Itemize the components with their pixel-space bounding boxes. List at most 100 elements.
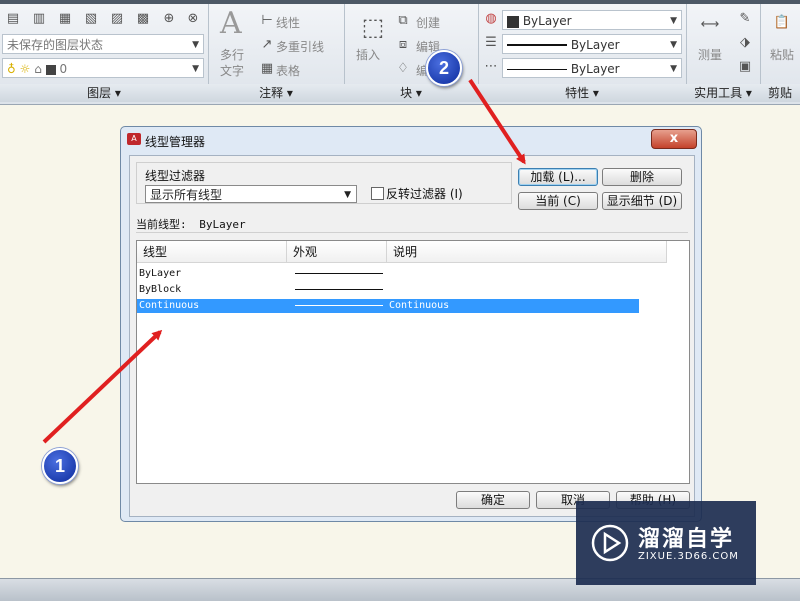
close-button[interactable]: x <box>651 129 697 149</box>
column-header-appearance[interactable]: 外观 <box>287 241 387 263</box>
multiline-text-label-2[interactable]: 文字 <box>220 62 244 79</box>
table-row[interactable]: ByBlock <box>137 283 639 297</box>
show-details-button[interactable]: 显示细节 (D) <box>602 192 682 210</box>
invert-filter-label[interactable]: 反转过滤器 (I) <box>386 185 463 202</box>
annotation-panel: A 多行 文字 ⊢ 线性 ↗ 多重引线 ▦ 表格 <box>208 4 345 84</box>
layer-panel: ▤ ▥ ▦ ▧ ▨ ▩ ⊕ ⊗ 未保存的图层状态 ▼ ♁ ☼ ⌂ 0 ▼ <box>0 4 209 84</box>
table-row[interactable]: ByLayer <box>137 267 639 281</box>
utilities-panel: ⟷ 测量 ✎ ⬗ ▣ <box>686 4 761 84</box>
layer-unlock-icon[interactable]: ⊗ <box>184 10 202 28</box>
edit-block-icon[interactable]: ⧈ <box>394 36 412 54</box>
clipboard-panel-title[interactable]: 剪贴 <box>760 84 800 102</box>
row-linetype-sample <box>295 305 383 306</box>
properties-panel-title[interactable]: 特性 ▾ <box>478 84 687 102</box>
chevron-down-icon: ▼ <box>344 190 351 200</box>
linetype-manager-dialog: A 线型管理器 x 线型过滤器 显示所有线型 ▼ 反转过滤器 (I) 加载 (L… <box>120 126 702 522</box>
linetype-combo-value: ByLayer <box>570 62 620 76</box>
create-block-label[interactable]: 创建 <box>416 14 440 31</box>
step-badge-2: 2 <box>426 50 462 86</box>
color-swatch <box>507 15 519 28</box>
annotation-panel-title-text: 注释 <box>259 86 284 100</box>
lineweight-combo[interactable]: ByLayer ▼ <box>502 34 682 54</box>
line-sample <box>507 68 567 71</box>
color-combo-value: ByLayer <box>522 14 572 28</box>
delete-button[interactable]: 删除 <box>602 168 682 186</box>
row-linetype-name: ByLayer <box>139 268 182 279</box>
linear-dimension-icon[interactable]: ⊢ <box>258 12 276 30</box>
chevron-down-icon: ▼ <box>192 64 199 74</box>
insert-block-icon[interactable]: ⬚ <box>358 12 388 42</box>
measure-label[interactable]: 测量 <box>698 46 722 63</box>
linetype-icon: ⋯ <box>484 59 498 74</box>
layer-previous-icon[interactable]: ▦ <box>56 10 74 28</box>
linetype-filter-label: 线型过滤器 <box>145 169 206 183</box>
linetype-filter-group: 线型过滤器 显示所有线型 ▼ 反转过滤器 (I) <box>136 162 512 204</box>
block-panel-title-text: 块 <box>400 86 413 100</box>
play-logo-icon <box>591 524 629 562</box>
layer-match-icon[interactable]: ▥ <box>30 10 48 28</box>
row-linetype-name: ByBlock <box>139 284 182 295</box>
utilities-panel-title-text: 实用工具 <box>694 86 743 100</box>
linetype-combo[interactable]: ByLayer ▼ <box>502 58 682 78</box>
table-label[interactable]: 表格 <box>276 62 300 79</box>
layer-state-combo[interactable]: 未保存的图层状态 ▼ <box>2 34 204 54</box>
current-linetype-line: 当前线型: ByLayer <box>136 216 688 233</box>
create-block-icon[interactable]: ⧉ <box>394 12 412 30</box>
layer-name-value: 0 <box>59 62 68 76</box>
paste-icon[interactable]: 📋 <box>770 14 794 32</box>
layer-lock-icon[interactable]: ⊕ <box>160 10 178 28</box>
autocad-logo-icon: A <box>127 133 141 145</box>
watermark-main-text: 溜溜自学 <box>638 527 735 552</box>
row-linetype-sample <box>295 289 383 290</box>
utilities-panel-title[interactable]: 实用工具 ▾ <box>686 84 761 102</box>
properties-panel-title-text: 特性 <box>565 86 590 100</box>
load-button[interactable]: 加载 (L)... <box>518 168 598 186</box>
chevron-down-icon: ▼ <box>670 16 677 26</box>
dialog-title: 线型管理器 <box>145 135 206 149</box>
multileader-label[interactable]: 多重引线 <box>276 38 324 55</box>
lineweight-combo-value: ByLayer <box>570 38 620 52</box>
ok-button[interactable]: 确定 <box>456 491 530 509</box>
layer-isolate-icon[interactable]: ▧ <box>82 10 100 28</box>
layer-freeze-icon[interactable]: ▩ <box>134 10 152 28</box>
layer-off-icon[interactable]: ▨ <box>108 10 126 28</box>
layer-state-value: 未保存的图层状态 <box>7 38 104 52</box>
current-button[interactable]: 当前 (C) <box>518 192 598 210</box>
lineweight-icon: ☰ <box>485 35 497 50</box>
chevron-down-icon: ▼ <box>670 64 677 74</box>
linetype-filter-dropdown[interactable]: 显示所有线型 ▼ <box>145 185 357 203</box>
column-header-linetype[interactable]: 线型 <box>137 241 287 263</box>
row-linetype-sample <box>295 273 383 274</box>
color-swatch <box>45 64 56 75</box>
properties-panel: ◍ ByLayer ▼ ☰ ByLayer ▼ ⋯ ByLayer ▼ <box>478 4 687 84</box>
text-A-icon[interactable]: A <box>220 6 242 41</box>
multiline-text-label[interactable]: 多行 <box>220 46 244 63</box>
calculator-icon[interactable]: ▣ <box>736 58 754 76</box>
column-header-description[interactable]: 说明 <box>387 241 667 263</box>
lock-icon: ⌂ <box>34 62 42 76</box>
lightbulb-icon: ♁ <box>7 62 16 76</box>
layer-properties-icon[interactable]: ▤ <box>4 10 22 28</box>
invert-filter-checkbox[interactable] <box>371 187 384 200</box>
chevron-down-icon: ▼ <box>670 40 677 50</box>
color-combo[interactable]: ByLayer ▼ <box>502 10 682 30</box>
block-panel-title[interactable]: 块 ▾ <box>344 84 479 102</box>
edit-attribute-icon[interactable]: ♢ <box>394 60 412 78</box>
layer-combo[interactable]: ♁ ☼ ⌂ 0 ▼ <box>2 58 204 78</box>
chevron-down-icon: ▼ <box>192 40 199 50</box>
paste-label[interactable]: 粘贴 <box>770 46 794 63</box>
quick-select-icon[interactable]: ✎ <box>736 10 754 28</box>
annotation-panel-title[interactable]: 注释 ▾ <box>208 84 345 102</box>
linear-dimension-label[interactable]: 线性 <box>276 14 300 31</box>
clipboard-panel: 📋 粘贴 <box>760 4 800 84</box>
measure-icon[interactable]: ⟷ <box>694 16 726 34</box>
insert-block-label[interactable]: 插入 <box>356 46 380 63</box>
table-row-selected[interactable]: Continuous Continuous <box>137 299 639 313</box>
ribbon: ▤ ▥ ▦ ▧ ▨ ▩ ⊕ ⊗ 未保存的图层状态 ▼ ♁ ☼ ⌂ 0 ▼ 图层 … <box>0 0 800 105</box>
select-all-icon[interactable]: ⬗ <box>736 34 754 52</box>
table-icon[interactable]: ▦ <box>258 60 276 78</box>
linetype-list[interactable]: 线型 外观 说明 ByLayer ByBlock Continuous Cont… <box>136 240 690 484</box>
sun-icon: ☼ <box>19 62 31 76</box>
layer-panel-title[interactable]: 图层 ▾ <box>0 84 209 102</box>
multileader-icon[interactable]: ↗ <box>258 36 276 54</box>
